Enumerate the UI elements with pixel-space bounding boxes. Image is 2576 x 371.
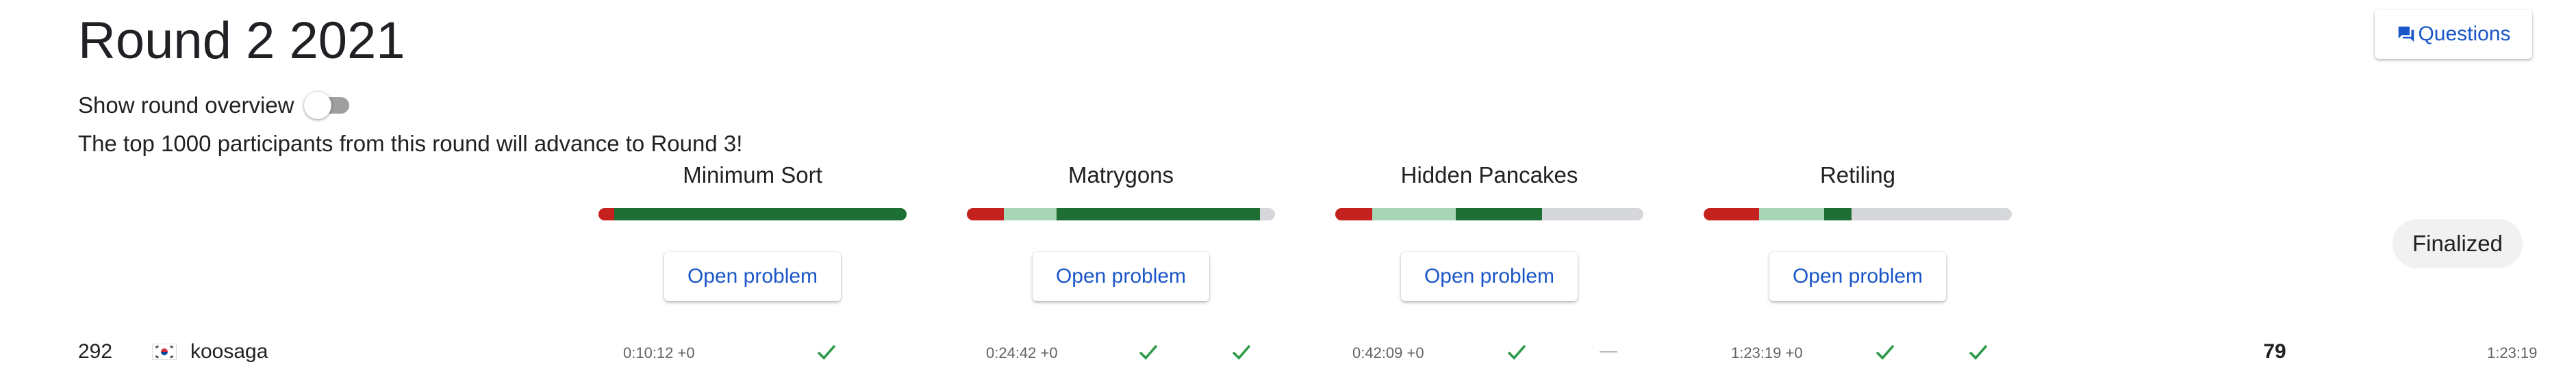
south-korea-flag-icon [152,344,177,360]
page-title: Round 2 2021 [78,12,405,70]
failed-segment [1704,208,1759,220]
problem-title: Minimum Sort [683,162,822,188]
check-icon [1232,344,1251,360]
not-attempted-dash [1600,351,1617,353]
submission-time: 0:24:42 +0 [986,344,1058,361]
open-problem-button[interactable]: Open problem [1401,252,1578,301]
round-overview-toggle[interactable] [303,90,355,120]
partial-segment [1759,208,1824,220]
submission-time: 0:10:12 +0 [623,344,695,361]
forum-icon [2399,26,2414,42]
problem-column-hidden-pancakes: Hidden Pancakes Open problem [1335,157,1643,301]
partial-segment [1372,208,1456,220]
solve-progress-bar [598,208,907,220]
problem-title: Retiling [1819,162,1896,188]
toggle-knob [303,92,331,119]
check-icon [1969,344,1988,360]
open-problem-button[interactable]: Open problem [664,252,841,301]
round-overview-toggle-row: Show round overview [78,90,355,120]
check-icon [1876,344,1895,360]
submission-time: 0:42:09 +0 [1352,344,1424,361]
problem-column-matrygons: Matrygons Open problem [967,157,1275,301]
scoreboard-page: Round 2 2021 Questions Show round overvi… [0,0,2576,371]
round-overview-label: Show round overview [78,92,294,118]
problem-title: Hidden Pancakes [1400,162,1578,188]
advance-note: The top 1000 participants from this roun… [78,131,743,156]
questions-label: Questions [2418,23,2511,45]
rank: 292 [78,340,113,363]
problem-column-retiling: Retiling Open problem [1704,157,2012,301]
problem-column-minimum-sort: Minimum Sort Open problem [598,157,907,301]
submission-time: 1:23:19 +0 [1731,344,1803,361]
solve-progress-bar [967,208,1275,220]
check-icon [817,344,836,360]
problem-title: Matrygons [1068,162,1174,188]
open-problem-button[interactable]: Open problem [1033,252,1209,301]
solved-segment [1056,208,1260,220]
check-icon [1139,344,1158,360]
partial-segment [1004,208,1057,220]
total-score: 79 [2263,340,2286,363]
failed-segment [967,208,1004,220]
solved-segment [614,208,907,220]
failed-segment [1335,208,1372,220]
total-penalty-time: 1:23:19 [2487,344,2538,361]
status-badge: Finalized [2392,219,2523,268]
solved-segment [1823,208,1852,220]
failed-segment [598,208,614,220]
questions-button[interactable]: Questions [2375,10,2532,59]
solve-progress-bar [1704,208,2012,220]
solved-segment [1455,208,1542,220]
check-icon [1507,344,1526,360]
open-problem-button[interactable]: Open problem [1769,252,1946,301]
username[interactable]: koosaga [190,338,268,366]
solve-progress-bar [1335,208,1643,220]
